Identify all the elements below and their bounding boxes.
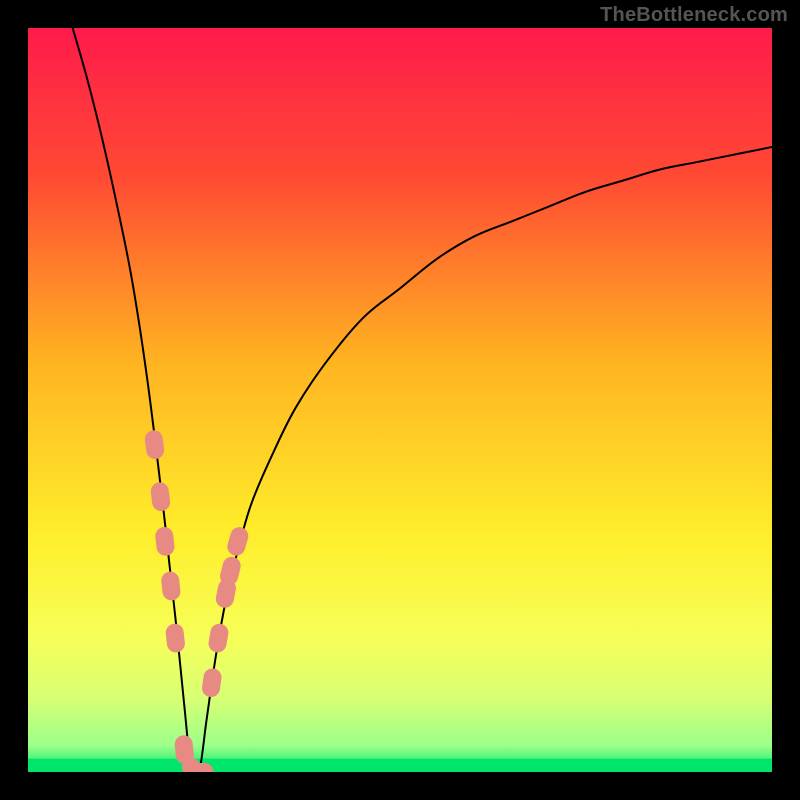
watermark-text: TheBottleneck.com <box>600 4 788 27</box>
chart-bottom-strip <box>28 759 772 772</box>
chart-plot <box>28 28 772 772</box>
highlight-marker <box>185 763 214 772</box>
chart-background <box>28 28 772 772</box>
chart-frame <box>20 20 780 780</box>
